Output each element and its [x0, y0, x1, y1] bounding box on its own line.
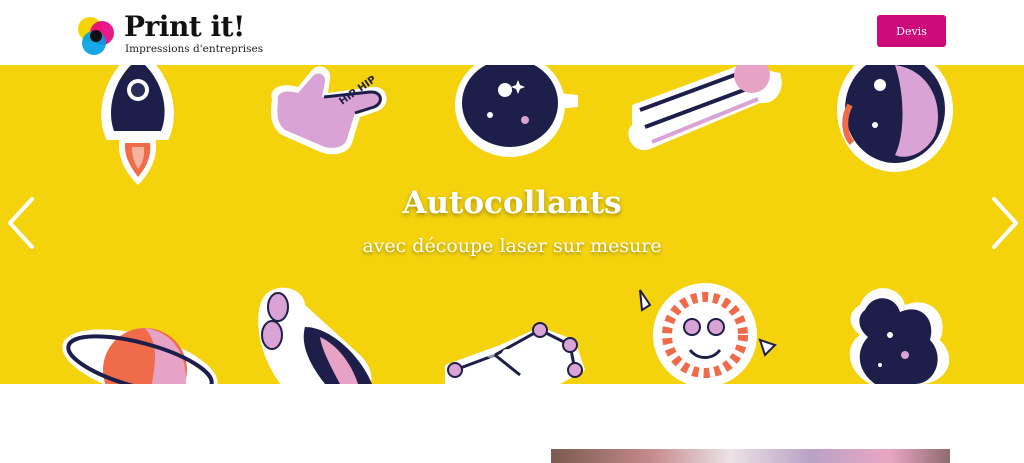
chevron-right-icon[interactable]	[984, 193, 1024, 253]
cmyk-logo-icon	[78, 17, 114, 55]
devis-button[interactable]: Devis	[877, 15, 946, 47]
astronaut-helmet-sticker-icon	[837, 65, 953, 172]
carousel-indicators	[482, 347, 542, 361]
carousel-title: Autocollants	[402, 185, 622, 221]
blob-sticker-icon	[849, 288, 950, 384]
carousel-dot-3[interactable]	[518, 349, 527, 358]
hero-carousel: HIP HIP Autocollants avec découpe laser …	[0, 65, 1024, 384]
logo[interactable]: Print it! Impressions d'entreprises	[74, 10, 264, 58]
chevron-left-icon[interactable]	[2, 193, 42, 253]
space-mug-sticker-icon	[455, 65, 578, 157]
sticker-illustrations: HIP HIP	[62, 65, 953, 384]
rocket-sticker-icon	[101, 65, 174, 185]
carousel-dot-1[interactable]	[486, 349, 495, 358]
carousel-dot-2[interactable]	[502, 349, 511, 358]
carousel-subtitle: avec découpe laser sur mesure	[362, 235, 662, 257]
thumbs-up-sticker-icon: HIP HIP	[271, 66, 387, 155]
product-photo	[551, 449, 950, 463]
comet-sticker-icon	[628, 65, 782, 151]
brand-tagline: Impressions d'entreprises	[125, 43, 264, 55]
planet-sticker-icon	[62, 328, 218, 384]
brand-name: Print it!	[124, 10, 245, 43]
site-header: Print it! Impressions d'entreprises Devi…	[0, 0, 1024, 65]
bean-sticker-icon	[258, 287, 372, 384]
sun-sticker-icon	[639, 283, 777, 384]
